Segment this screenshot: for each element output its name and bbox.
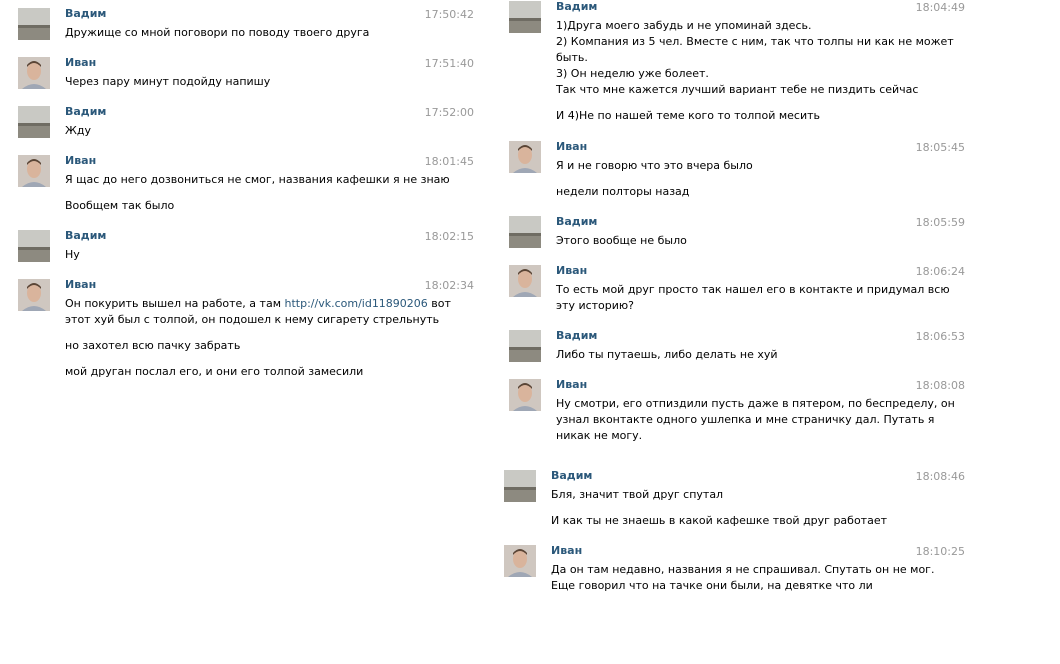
- person-avatar[interactable]: [18, 279, 50, 311]
- profile-link[interactable]: http://vk.com/id11890206: [285, 297, 428, 310]
- message-author[interactable]: Иван: [65, 56, 96, 69]
- message-author[interactable]: Иван: [556, 378, 587, 391]
- message-text: Вообщем так было: [65, 199, 175, 212]
- landscape-avatar[interactable]: [509, 216, 541, 248]
- person-avatar[interactable]: [18, 57, 50, 89]
- message-time: 18:06:24: [915, 265, 965, 278]
- message-text: Через пару минут подойду напишу: [65, 75, 271, 88]
- message-text: 3) Он неделю уже болеет.: [556, 67, 709, 80]
- message-author[interactable]: Вадим: [556, 215, 597, 228]
- message-author[interactable]: Иван: [551, 544, 582, 557]
- message-time: 18:06:53: [915, 330, 965, 343]
- message-text: Бля, значит твой друг спутал: [551, 488, 724, 501]
- message-author[interactable]: Иван: [65, 278, 96, 291]
- message-time: 17:51:40: [424, 57, 474, 70]
- message-author[interactable]: Вадим: [65, 229, 106, 242]
- person-avatar[interactable]: [509, 379, 541, 411]
- message-author[interactable]: Вадим: [65, 105, 106, 118]
- message-text: То есть мой друг просто так нашел его в …: [556, 283, 950, 296]
- message-time: 17:50:42: [424, 8, 474, 21]
- message-text: И как ты не знаешь в какой кафешке твой …: [551, 514, 888, 527]
- landscape-avatar[interactable]: [509, 1, 541, 33]
- message-text-part: Он покурить вышел на работе, а там: [65, 297, 281, 310]
- message-text: Дружище со мной поговори по поводу твоег…: [65, 26, 370, 39]
- message-text: Еще говорил что на тачке они были, на де…: [551, 579, 873, 592]
- message-time: 17:52:00: [424, 106, 474, 119]
- message-author[interactable]: Вадим: [551, 469, 592, 482]
- message-text: Я щас до него дозвониться не смог, назва…: [65, 173, 450, 186]
- message-author[interactable]: Вадим: [556, 0, 597, 13]
- message-time: 18:05:45: [915, 141, 965, 154]
- message-text: никак не могу.: [556, 429, 643, 442]
- message-text: Ну: [65, 248, 80, 261]
- person-avatar[interactable]: [18, 155, 50, 187]
- message-time: 18:01:45: [424, 155, 474, 168]
- message-text: Этого вообще не было: [556, 234, 687, 247]
- message-text: Ну смотри, его отпиздили пусть даже в пя…: [556, 397, 955, 410]
- person-avatar[interactable]: [509, 265, 541, 297]
- message-time: 18:05:59: [915, 216, 965, 229]
- message-author[interactable]: Иван: [65, 154, 96, 167]
- landscape-avatar[interactable]: [509, 330, 541, 362]
- message-text: этот хуй был с толпой, он подошел к нему…: [65, 313, 440, 326]
- message-time: 18:08:46: [915, 470, 965, 483]
- message-text: быть.: [556, 51, 588, 64]
- message-text: Он покурить вышел на работе, а там http:…: [65, 296, 451, 312]
- message-text: недели полторы назад: [556, 185, 690, 198]
- message-text: 1)Друга моего забудь и не упоминай здесь…: [556, 19, 812, 32]
- message-time: 18:04:49: [915, 1, 965, 14]
- message-author[interactable]: Вадим: [65, 7, 106, 20]
- message-text: Либо ты путаешь, либо делать не хуй: [556, 348, 778, 361]
- message-time: 18:10:25: [915, 545, 965, 558]
- message-text: эту историю?: [556, 299, 635, 312]
- landscape-avatar[interactable]: [18, 230, 50, 262]
- message-text: узнал вконтакте одного ушлепка и мне стр…: [556, 413, 935, 426]
- person-avatar[interactable]: [509, 141, 541, 173]
- message-text: 2) Компания из 5 чел. Вместе с ним, так …: [556, 35, 954, 48]
- person-avatar[interactable]: [504, 545, 536, 577]
- message-text-part: вот: [427, 297, 451, 310]
- landscape-avatar[interactable]: [504, 470, 536, 502]
- landscape-avatar[interactable]: [18, 106, 50, 138]
- message-text: Так что мне кажется лучший вариант тебе …: [556, 83, 919, 96]
- message-time: 18:02:15: [424, 230, 474, 243]
- message-text: но захотел всю пачку забрать: [65, 339, 241, 352]
- message-time: 18:08:08: [915, 379, 965, 392]
- message-text: Да он там недавно, названия я не спрашив…: [551, 563, 935, 576]
- message-author[interactable]: Иван: [556, 140, 587, 153]
- message-text: мой друган послал его, и они его толпой …: [65, 365, 364, 378]
- message-text: И 4)Не по нашей теме кого то толпой меси…: [556, 109, 821, 122]
- landscape-avatar[interactable]: [18, 8, 50, 40]
- message-text: Жду: [65, 124, 91, 137]
- message-time: 18:02:34: [424, 279, 474, 292]
- message-author[interactable]: Иван: [556, 264, 587, 277]
- message-author[interactable]: Вадим: [556, 329, 597, 342]
- message-text: Я и не говорю что это вчера было: [556, 159, 753, 172]
